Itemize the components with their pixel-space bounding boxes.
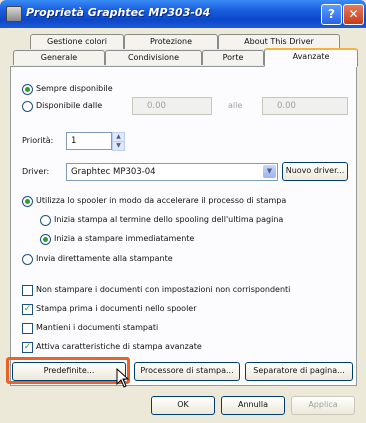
start-immediately-label: Inizia a stampare immediatamente — [54, 234, 195, 243]
chevron-down-icon[interactable]: ▼ — [263, 165, 276, 178]
title-bar[interactable]: Proprietà Graphtec MP303-04 ? ✕ — [0, 0, 366, 28]
separator-page-button[interactable]: Separatore di pagina... — [245, 362, 353, 381]
tab-generale[interactable]: Generale — [13, 50, 105, 65]
new-driver-button[interactable]: Nuovo driver... — [282, 162, 348, 181]
apply-button[interactable]: Applica — [291, 396, 355, 415]
tab-avanzate[interactable]: Avanzate — [264, 48, 358, 67]
option-label-3: Attiva caratteristiche di stampa avanzat… — [36, 342, 202, 351]
available-from-label: Disponibile dalle — [36, 101, 103, 110]
close-button[interactable]: ✕ — [343, 4, 364, 25]
mouse-pointer-icon — [116, 368, 130, 388]
option-checkbox-3[interactable]: ✓ — [22, 342, 33, 353]
help-button[interactable]: ? — [321, 4, 342, 25]
time-from-value: 0.00 — [147, 101, 166, 111]
print-direct-label: Invia direttamente alla stampante — [36, 254, 173, 263]
driver-label: Driver: — [22, 167, 50, 176]
use-spooler-radio[interactable] — [22, 196, 33, 207]
option-label-2: Mantieni i documenti stampati — [36, 323, 159, 332]
use-spooler-label: Utilizza lo spooler in modo da accelerar… — [36, 196, 287, 205]
option-label-0: Non stampare i documenti con impostazion… — [36, 285, 291, 294]
priority-field[interactable]: 1 — [66, 132, 112, 150]
option-label-1: Stampa prima i documenti nello spooler — [36, 304, 197, 313]
tab-porte[interactable]: Porte — [202, 50, 264, 65]
tab-about[interactable]: About This Driver — [218, 34, 340, 49]
cancel-button[interactable]: Annulla — [221, 396, 285, 415]
priority-value: 1 — [71, 136, 77, 146]
driver-select[interactable]: Graphtec MP303-04 ▼ — [66, 163, 278, 181]
option-checkbox-0[interactable] — [22, 285, 33, 296]
time-to-field[interactable]: 0.00 — [262, 97, 348, 115]
time-to-value: 0.00 — [277, 101, 296, 111]
always-available-radio[interactable] — [22, 84, 33, 95]
print-direct-radio[interactable] — [22, 254, 33, 265]
priority-label: Priorità: — [22, 136, 54, 145]
time-from-field[interactable]: 0.00 — [132, 97, 212, 115]
start-after-last-page-label: Inizia stampa al termine dello spooling … — [54, 215, 284, 224]
always-available-label: Sempre disponibile — [36, 84, 113, 93]
priority-down-icon[interactable]: ▼ — [112, 141, 125, 151]
properties-window: Proprietà Graphtec MP303-04 ? ✕ Gestione… — [0, 0, 366, 423]
to-label: alle — [228, 101, 243, 110]
tab-gestione-colori[interactable]: Gestione colori — [30, 34, 124, 49]
available-from-radio[interactable] — [22, 101, 33, 112]
printer-icon — [6, 6, 22, 22]
option-checkbox-1[interactable]: ✓ — [22, 304, 33, 315]
tab-condivisione[interactable]: Condivisione — [105, 50, 202, 65]
defaults-button[interactable]: Predefinite... — [12, 362, 126, 381]
driver-value: Graphtec MP303-04 — [71, 167, 156, 177]
print-processor-button[interactable]: Processore di stampa... — [134, 362, 240, 381]
option-checkbox-2[interactable] — [22, 323, 33, 334]
tab-protezione[interactable]: Protezione — [124, 34, 218, 49]
ok-button[interactable]: OK — [151, 396, 215, 415]
start-after-last-page-radio[interactable] — [40, 215, 51, 226]
window-title: Proprietà Graphtec MP303-04 — [26, 6, 211, 19]
start-immediately-radio[interactable] — [40, 234, 51, 245]
